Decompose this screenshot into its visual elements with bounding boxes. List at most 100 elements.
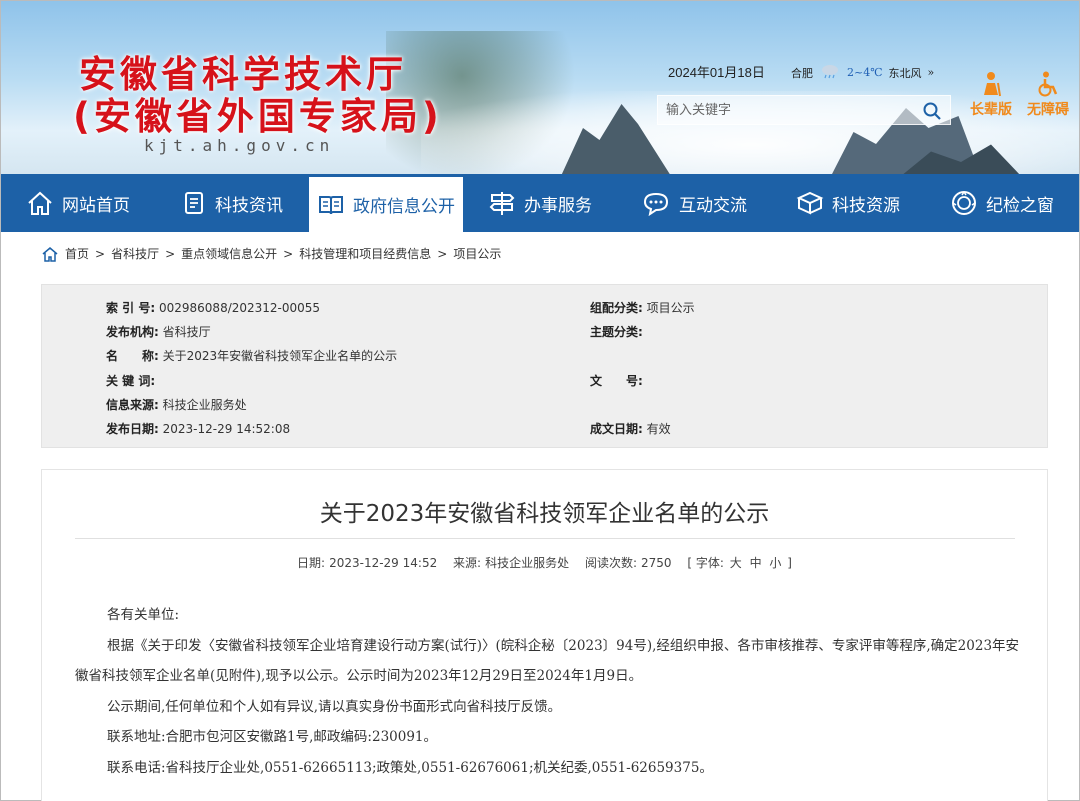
chat-icon bbox=[643, 192, 669, 216]
nav-tech-resources[interactable]: 科技资源 bbox=[771, 174, 925, 232]
nav-home[interactable]: 网站首页 bbox=[1, 174, 155, 232]
nav-discipline[interactable]: 纪检之窗 bbox=[925, 174, 1079, 232]
article-date: 日期: 2023-12-29 14:52 bbox=[297, 556, 437, 570]
weather-city: 合肥 bbox=[791, 66, 813, 80]
meta-source: 信息来源: 科技企业服务处 bbox=[106, 396, 247, 413]
nav-services[interactable]: 办事服务 bbox=[463, 174, 617, 232]
font-size-label-close: ] bbox=[787, 556, 792, 570]
nav-label: 科技资讯 bbox=[215, 195, 283, 216]
breadcrumb-link[interactable]: 科技管理和项目经费信息 bbox=[299, 245, 431, 262]
search-input[interactable] bbox=[658, 96, 908, 124]
article-views: 阅读次数: 2750 bbox=[585, 556, 672, 570]
site-domain: kjt.ah.gov.cn bbox=[144, 136, 335, 155]
meta-org: 发布机构: 省科技厅 bbox=[106, 323, 211, 340]
nav-label: 网站首页 bbox=[62, 195, 130, 216]
font-small-button[interactable]: 小 bbox=[769, 556, 781, 570]
breadcrumb-link[interactable]: 重点领域信息公开 bbox=[181, 245, 277, 262]
nav-label: 科技资源 bbox=[832, 195, 900, 216]
meta-key: 名 称: bbox=[106, 349, 159, 363]
meta-value: 002986088/202312-00055 bbox=[158, 301, 321, 315]
cube-icon bbox=[796, 191, 824, 215]
breadcrumb: 首页 > 省科技厅 > 重点领域信息公开 > 科技管理和项目经费信息 > 项目公… bbox=[41, 245, 501, 262]
meta-name: 名 称: 关于2023年安徽省科技领军企业名单的公示 bbox=[106, 347, 397, 364]
weather-widget: 合肥 2~4℃ 东北风 » bbox=[791, 63, 934, 82]
article-paragraph: 公示期间,任何单位和个人如有异议,请以真实身份书面形式向省科技厅反馈。 bbox=[107, 698, 562, 715]
nav-label: 办事服务 bbox=[524, 195, 592, 216]
article-info-bar: 日期: 2023-12-29 14:52 来源: 科技企业服务处 阅读次数: 2750… bbox=[42, 554, 1047, 571]
meta-key: 关 键 词: bbox=[106, 374, 156, 388]
meta-value: 关于2023年安徽省科技领军企业名单的公示 bbox=[162, 349, 398, 363]
article-paragraph: 联系地址:合肥市包河区安徽路1号,邮政编码:230091。 bbox=[107, 729, 438, 745]
article-date-value: 2023-12-29 14:52 bbox=[329, 556, 438, 570]
font-size-label: [ 字体: bbox=[687, 556, 724, 570]
meta-key: 发布日期: bbox=[106, 422, 159, 436]
article-salutation: 各有关单位: bbox=[107, 607, 180, 623]
nav-label: 政府信息公开 bbox=[353, 197, 455, 217]
home-icon bbox=[28, 191, 52, 215]
main-navigation: 网站首页 科技资讯 政府信息公开 办事服务 互动交流 科技资源 纪检之窗 bbox=[1, 174, 1079, 232]
search-box bbox=[657, 95, 951, 125]
article-source-value: 科技企业服务处 bbox=[485, 556, 570, 570]
meta-index: 索 引 号: 002986088/202312-00055 bbox=[106, 299, 320, 316]
nav-label: 纪检之窗 bbox=[986, 195, 1054, 216]
article-paragraph: 联系电话:省科技厅企业处,0551-62665113;政策处,0551-6267… bbox=[107, 759, 713, 776]
meta-docno: 文 号: bbox=[590, 372, 643, 389]
meta-key: 索 引 号: bbox=[106, 301, 156, 315]
meta-key: 信息来源: bbox=[106, 398, 159, 412]
meta-value: 项目公示 bbox=[646, 301, 695, 315]
elder-person-icon bbox=[984, 72, 1001, 97]
meta-value: 省科技厅 bbox=[162, 325, 211, 339]
badge-icon bbox=[952, 191, 976, 215]
article-views-label: 阅读次数: bbox=[584, 556, 637, 570]
breadcrumb-link[interactable]: 省科技厅 bbox=[111, 245, 159, 262]
site-title[interactable]: 安徽省科学技术厅 bbox=[79, 53, 407, 97]
article-date-label: 日期: bbox=[297, 556, 326, 570]
meta-keywords: 关 键 词: bbox=[106, 372, 155, 389]
accessibility-label: 无障碍 bbox=[1027, 102, 1069, 118]
site-header: 安徽省科学技术厅 (安徽省外国专家局) kjt.ah.gov.cn 2024年0… bbox=[1, 1, 1079, 174]
article-paragraph: 根据《关于印发〈安徽省科技领军企业培育建设行动方案(试行)〉(皖科企秘〔2023… bbox=[75, 637, 1020, 685]
meta-topic: 主题分类: bbox=[590, 323, 643, 340]
meta-value: 2023-12-29 14:52:08 bbox=[162, 422, 291, 436]
nav-gov-info[interactable]: 政府信息公开 bbox=[309, 174, 463, 232]
site-subtitle[interactable]: (安徽省外国专家局) bbox=[73, 95, 443, 139]
meta-key: 文 号: bbox=[590, 374, 643, 388]
font-size-controls: [ 字体: 大 中 小 ] bbox=[687, 556, 792, 570]
breadcrumb-separator: > bbox=[283, 246, 294, 261]
meta-key: 组配分类: bbox=[590, 301, 643, 315]
book-icon bbox=[319, 195, 343, 214]
search-icon[interactable] bbox=[922, 101, 942, 121]
meta-key: 成文日期: bbox=[590, 422, 643, 436]
article-source: 来源: 科技企业服务处 bbox=[453, 556, 569, 570]
home-icon bbox=[42, 246, 58, 262]
weather-wind: 东北风 bbox=[888, 66, 922, 80]
document-meta-table: 索 引 号: 002986088/202312-00055 发布机构: 省科技厅… bbox=[41, 284, 1048, 448]
breadcrumb-separator: > bbox=[437, 246, 448, 261]
nav-interaction[interactable]: 互动交流 bbox=[617, 174, 771, 232]
font-large-button[interactable]: 大 bbox=[730, 556, 742, 570]
breadcrumb-link[interactable]: 项目公示 bbox=[453, 245, 501, 262]
accessibility-button[interactable]: 无障碍 bbox=[1022, 71, 1074, 119]
wheelchair-icon bbox=[1038, 71, 1058, 97]
meta-value: 科技企业服务处 bbox=[162, 398, 247, 412]
meta-pubdate: 发布日期: 2023-12-29 14:52:08 bbox=[106, 420, 290, 437]
elder-mode-label: 长辈版 bbox=[970, 102, 1012, 118]
breadcrumb-separator: > bbox=[165, 246, 176, 261]
article-source-label: 来源: bbox=[453, 556, 482, 570]
article-container: 关于2023年安徽省科技领军企业名单的公示 日期: 2023-12-29 14:5… bbox=[41, 469, 1048, 801]
meta-value: 有效 bbox=[646, 422, 671, 436]
nav-tech-news[interactable]: 科技资讯 bbox=[155, 174, 309, 232]
cloud-rain-icon bbox=[819, 63, 841, 82]
signpost-icon bbox=[489, 192, 515, 215]
meta-validity: 成文日期: 有效 bbox=[590, 420, 671, 437]
weather-more-link[interactable]: » bbox=[928, 66, 935, 79]
font-medium-button[interactable]: 中 bbox=[750, 556, 762, 570]
elder-mode-button[interactable]: 长辈版 bbox=[965, 71, 1017, 119]
meta-group: 组配分类: 项目公示 bbox=[590, 299, 695, 316]
nav-label: 互动交流 bbox=[679, 195, 747, 216]
breadcrumb-link[interactable]: 首页 bbox=[65, 245, 89, 262]
title-divider bbox=[75, 538, 1015, 539]
article-body: 各有关单位: 根据《关于印发〈安徽省科技领军企业培育建设行动方案(试行)〉(皖科… bbox=[75, 600, 1025, 783]
breadcrumb-separator: > bbox=[95, 246, 106, 261]
meta-key: 主题分类: bbox=[590, 325, 643, 339]
